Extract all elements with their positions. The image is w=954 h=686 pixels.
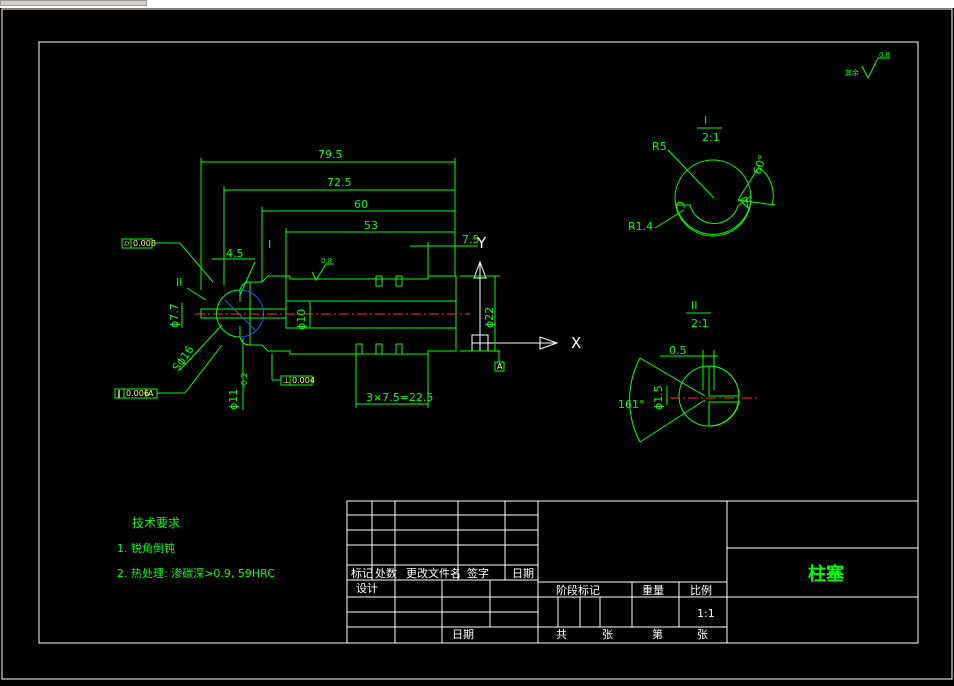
view2-scale: 2:1	[691, 317, 709, 330]
detail-view-1: I 2:1 R5 R1.4 60°	[628, 114, 776, 237]
svg-text:日期: 日期	[452, 628, 474, 641]
svg-text:设计: 设计	[356, 582, 378, 595]
svg-text:其余: 其余	[845, 68, 859, 77]
dim-sphere: Sϕ16	[170, 343, 197, 374]
view1-scale: 2:1	[702, 131, 720, 144]
tech-requirements: 技术要求 1. 锐角倒钝 2. 热处理: 渗碳深>0.9, 59HRC	[117, 516, 275, 580]
tech-line-1: 1. 锐角倒钝	[117, 541, 175, 555]
dim-dia-1-5: ϕ1.5	[652, 385, 665, 410]
svg-text:张: 张	[602, 628, 613, 641]
svg-text:处数: 处数	[375, 567, 397, 580]
groove	[355, 343, 363, 355]
view2-title: II	[691, 299, 698, 312]
section-mark-2: II	[176, 276, 183, 289]
svg-text:比例: 比例	[690, 583, 712, 597]
dim-pitch: 3×7.5=22.5	[366, 391, 433, 404]
dim-4-5: 4.5	[226, 247, 244, 260]
dim-7-5: 7.5	[462, 233, 480, 246]
svg-text:阶段标记: 阶段标记	[556, 583, 600, 597]
dim-0-5: 0.5	[669, 344, 687, 357]
svg-text:第: 第	[652, 627, 663, 641]
svg-text:A: A	[497, 362, 503, 371]
part-name: 柱塞	[808, 563, 845, 585]
tech-heading: 技术要求	[132, 516, 180, 530]
svg-text:∥: ∥	[117, 389, 121, 398]
svg-text:0.006: 0.006	[126, 389, 149, 398]
svg-text:A: A	[148, 389, 154, 398]
svg-text:0.004: 0.004	[292, 376, 315, 385]
scale-value: 1:1	[697, 607, 715, 620]
svg-text:0.8: 0.8	[879, 51, 890, 59]
svg-text:更改文件名: 更改文件名	[406, 566, 461, 580]
svg-text:签字: 签字	[467, 566, 489, 580]
groove	[395, 275, 403, 287]
groove	[375, 343, 383, 355]
dim-dia-22: ϕ22	[483, 307, 496, 328]
main-part-view: X Y	[195, 234, 581, 355]
groove	[375, 275, 383, 287]
groove	[395, 343, 403, 355]
dim-angle-161: 161°	[618, 398, 645, 411]
window-tab[interactable]	[0, 0, 147, 6]
dim-dia-10: ϕ10	[295, 309, 308, 330]
svg-text:标记: 标记	[351, 566, 373, 580]
part-body	[249, 275, 457, 355]
title-block: 标记 处数 更改文件名 签字 日期 设计 日期 阶段标记 重量 比例 1:1 共…	[346, 500, 919, 644]
dim-dia-7-7: ϕ7.7	[168, 303, 181, 328]
view1-title: I	[704, 114, 707, 127]
dim-72-5: 72.5	[327, 176, 352, 189]
svg-text:⊥: ⊥	[283, 376, 290, 385]
dim-79-5: 79.5	[318, 148, 343, 161]
drawing-svg: X Y 79.5 72.5 60 53 7.5 4.5 ϕ10 ϕ22 ϕ7.7	[1, 8, 953, 680]
svg-text:重量: 重量	[642, 583, 664, 597]
dim-angle-60: 60°	[751, 153, 770, 176]
dim-r5: R5	[652, 140, 667, 153]
svg-text:张: 张	[697, 628, 708, 641]
cad-canvas[interactable]: X Y 79.5 72.5 60 53 7.5 4.5 ϕ10 ϕ22 ϕ7.7	[0, 8, 954, 682]
roughness-part: 0.8	[321, 257, 332, 265]
dim-r1-4: R1.4	[628, 220, 653, 233]
dim-60: 60	[354, 198, 368, 211]
detail-view-2: II 2:1 0.5 ϕ1.5 161°	[618, 299, 760, 443]
dim-53: 53	[364, 219, 378, 232]
dim-dia-11: ϕ11	[227, 389, 240, 410]
svg-text:共: 共	[556, 628, 567, 641]
tech-line-2: 2. 热处理: 渗碳深>0.9, 59HRC	[117, 566, 275, 580]
axis-x-label: X	[571, 334, 581, 352]
general-roughness: 其余 0.8	[845, 51, 890, 80]
svg-text:⌭: ⌭	[124, 239, 130, 248]
section-mark-1: I	[268, 238, 271, 251]
dim-dia-11-tol: -0.2	[240, 372, 249, 388]
svg-text:日期: 日期	[512, 567, 534, 580]
